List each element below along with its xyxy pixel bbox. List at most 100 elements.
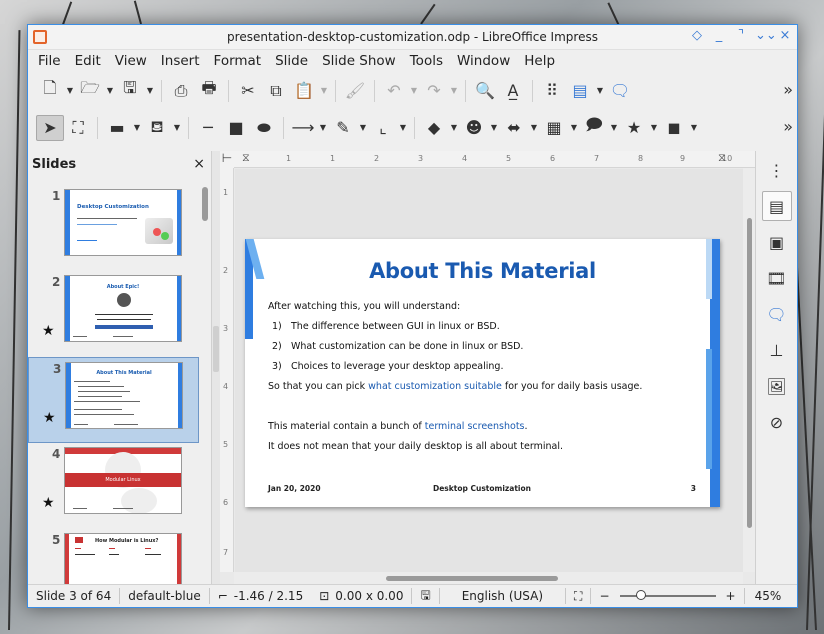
paste-dropdown-icon[interactable]: ▼ bbox=[318, 86, 330, 95]
symbol-shapes-dropdown-icon[interactable]: ▼ bbox=[488, 123, 500, 132]
current-slide[interactable]: About This Material After watching this,… bbox=[245, 239, 720, 507]
styles-icon[interactable]: ⊥ bbox=[762, 335, 792, 365]
slide-thumbnail-1[interactable]: 1 Desktop Customization bbox=[28, 185, 199, 271]
zoom-slider-handle[interactable] bbox=[635, 590, 646, 600]
display-views-dropdown-icon[interactable]: ▼ bbox=[594, 86, 606, 95]
keep-above-icon[interactable]: ◇ bbox=[689, 28, 705, 43]
new-document-icon[interactable]: 🗋 bbox=[36, 78, 64, 104]
curve-icon[interactable]: ✎ bbox=[329, 115, 357, 141]
callout-dropdown-icon[interactable]: ▼ bbox=[608, 123, 620, 132]
arrow-line-dropdown-icon[interactable]: ▼ bbox=[317, 123, 329, 132]
slide-thumbnail-3[interactable]: 3 ★ About This Material bbox=[28, 357, 199, 443]
open-folder-icon[interactable]: 🗁 bbox=[76, 78, 104, 104]
slide-transition-icon[interactable]: ▣ bbox=[762, 227, 792, 257]
fill-color-dropdown-icon[interactable]: ▼ bbox=[171, 123, 183, 132]
stars-icon[interactable]: ★ bbox=[620, 115, 648, 141]
shade-button[interactable]: ⌄⌄ bbox=[755, 28, 777, 43]
arrow-line-icon[interactable]: ⟶ bbox=[289, 115, 317, 141]
slide-link[interactable]: terminal screenshots bbox=[425, 421, 525, 432]
line-color-dropdown-icon[interactable]: ▼ bbox=[131, 123, 143, 132]
new-dropdown-icon[interactable]: ▼ bbox=[64, 86, 76, 95]
menu-format[interactable]: Format bbox=[208, 53, 270, 69]
vertical-ruler[interactable]: 1 2 3 4 5 6 7 bbox=[220, 168, 234, 572]
zoom-slider[interactable] bbox=[619, 590, 716, 600]
horizontal-ruler[interactable]: ⧖ 1 1 2 3 4 5 6 7 8 9 10 ⧖ bbox=[234, 151, 755, 168]
clone-formatting-icon[interactable]: 🖌 bbox=[341, 78, 369, 104]
tab-stop-icon[interactable]: ⊢ bbox=[220, 151, 234, 168]
3d-objects-dropdown-icon[interactable]: ▼ bbox=[688, 123, 700, 132]
language-status[interactable]: English (USA) bbox=[440, 589, 565, 603]
fill-color-icon[interactable]: ⛾ bbox=[143, 115, 171, 141]
copy-icon[interactable]: ⧉ bbox=[262, 78, 290, 104]
title-bar[interactable]: presentation-desktop-customization.odp -… bbox=[28, 25, 797, 50]
zoom-pan-icon[interactable]: ⛶ bbox=[64, 115, 92, 141]
slide-thumbnail-2[interactable]: 2 ★ About Epic! bbox=[28, 271, 199, 357]
menu-window[interactable]: Window bbox=[451, 53, 518, 69]
toolbar-overflow-icon[interactable]: » bbox=[783, 80, 793, 99]
paste-icon[interactable]: 📋 bbox=[290, 78, 318, 104]
open-dropdown-icon[interactable]: ▼ bbox=[104, 86, 116, 95]
menu-file[interactable]: File bbox=[32, 53, 69, 69]
basic-shapes-dropdown-icon[interactable]: ▼ bbox=[448, 123, 460, 132]
block-arrows-dropdown-icon[interactable]: ▼ bbox=[528, 123, 540, 132]
menu-slide[interactable]: Slide bbox=[269, 53, 316, 69]
horizontal-scrollbar[interactable] bbox=[234, 572, 743, 584]
basic-shapes-icon[interactable]: ◆ bbox=[420, 115, 448, 141]
master-slides-icon[interactable]: 🗨 bbox=[762, 299, 792, 329]
symbol-shapes-icon[interactable]: ☻ bbox=[460, 115, 488, 141]
menu-tools[interactable]: Tools bbox=[404, 53, 451, 69]
close-button[interactable]: × bbox=[777, 28, 793, 43]
menu-insert[interactable]: Insert bbox=[155, 53, 208, 69]
export-pdf-icon[interactable]: ⎙ bbox=[167, 78, 195, 104]
undo-dropdown-icon[interactable]: ▼ bbox=[408, 86, 420, 95]
menu-help[interactable]: Help bbox=[518, 53, 563, 69]
flowchart-dropdown-icon[interactable]: ▼ bbox=[568, 123, 580, 132]
connector-dropdown-icon[interactable]: ▼ bbox=[397, 123, 409, 132]
grid-icon[interactable]: ⠿ bbox=[538, 78, 566, 104]
flowchart-icon[interactable]: ▦ bbox=[540, 115, 568, 141]
curve-dropdown-icon[interactable]: ▼ bbox=[357, 123, 369, 132]
stars-dropdown-icon[interactable]: ▼ bbox=[648, 123, 660, 132]
rectangle-tool-icon[interactable]: ■ bbox=[222, 115, 250, 141]
ellipse-tool-icon[interactable]: ⬬ bbox=[250, 115, 278, 141]
undo-icon[interactable]: ↶ bbox=[380, 78, 408, 104]
pane-splitter[interactable] bbox=[212, 151, 220, 584]
slide-title[interactable]: About This Material bbox=[245, 259, 720, 283]
line-color-icon[interactable]: ▬ bbox=[103, 115, 131, 141]
line-tool-icon[interactable]: ─ bbox=[194, 115, 222, 141]
properties-icon[interactable]: ▤ bbox=[761, 191, 792, 221]
find-replace-icon[interactable]: 🔍 bbox=[471, 78, 499, 104]
navigator-icon[interactable]: ⊘ bbox=[762, 407, 792, 437]
save-icon[interactable]: 🖫 bbox=[116, 78, 144, 104]
display-views-icon[interactable]: ▤ bbox=[566, 78, 594, 104]
menu-slide-show[interactable]: Slide Show bbox=[316, 53, 404, 69]
comment-icon[interactable]: 🗨 bbox=[606, 78, 634, 104]
sidebar-menu-icon[interactable]: ⋮ bbox=[762, 155, 792, 185]
select-pointer-icon[interactable]: ➤ bbox=[36, 114, 64, 141]
gallery-icon[interactable]: 🖼 bbox=[762, 371, 792, 401]
cut-icon[interactable]: ✂ bbox=[234, 78, 262, 104]
slide-thumbnail-4[interactable]: 4 ★ Modular Linux bbox=[28, 443, 199, 529]
zoom-percent[interactable]: 45% bbox=[745, 589, 792, 603]
slide-link[interactable]: what customization suitable bbox=[368, 381, 502, 392]
drawing-toolbar-overflow-icon[interactable]: » bbox=[783, 117, 793, 136]
3d-objects-icon[interactable]: ◼ bbox=[660, 115, 688, 141]
slide-thumbnail-5[interactable]: 5 How Modular is Linux? bbox=[28, 529, 199, 584]
print-icon[interactable]: 🖶 bbox=[195, 78, 223, 104]
zoom-in-button[interactable]: + bbox=[722, 589, 744, 603]
maximize-button[interactable]: ⌝ bbox=[733, 28, 749, 43]
vertical-scrollbar[interactable] bbox=[743, 168, 755, 572]
slide-body[interactable]: After watching this, you will understand… bbox=[268, 301, 700, 461]
connector-icon[interactable]: ⌞ bbox=[369, 115, 397, 141]
document-modified-icon[interactable]: 🖫 bbox=[412, 586, 438, 607]
slides-pane-close-icon[interactable]: × bbox=[193, 156, 205, 172]
redo-icon[interactable]: ↷ bbox=[420, 78, 448, 104]
slides-scrollbar[interactable] bbox=[200, 185, 210, 582]
redo-dropdown-icon[interactable]: ▼ bbox=[448, 86, 460, 95]
animation-icon[interactable]: 🎞 bbox=[762, 263, 792, 293]
fit-slide-icon[interactable]: ⛶ bbox=[566, 589, 590, 604]
callout-icon[interactable]: 🗩 bbox=[580, 115, 608, 141]
zoom-out-button[interactable]: − bbox=[591, 589, 613, 603]
menu-view[interactable]: View bbox=[109, 53, 155, 69]
block-arrows-icon[interactable]: ⬌ bbox=[500, 115, 528, 141]
